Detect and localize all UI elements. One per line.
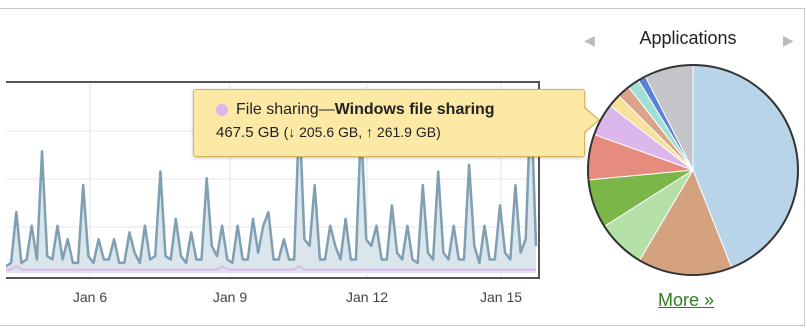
series-swatch	[216, 104, 228, 116]
chart-tooltip: File sharing — Windows file sharing 467.5 …	[193, 89, 600, 157]
x-tick-label: Jan 9	[212, 289, 248, 305]
applications-title: Applications	[639, 28, 737, 48]
tooltip-total: 467.5 GB	[216, 124, 280, 141]
x-tick-label: Jan 12	[345, 289, 389, 305]
tooltip-title: Windows file sharing	[334, 101, 495, 118]
tooltip-header: File sharing — Windows file sharing	[216, 99, 584, 121]
tooltip-values: 467.5 GB (↓ 205.6 GB, ↑ 261.9 GB)	[216, 124, 584, 141]
tooltip-category: File sharing	[236, 101, 319, 118]
triangle-right-icon[interactable]: ▶	[783, 32, 794, 49]
tooltip-breakdown: (↓ 205.6 GB, ↑ 261.9 GB)	[283, 124, 441, 140]
x-tick-label: Jan 6	[72, 289, 108, 305]
more-link[interactable]: More »	[658, 290, 714, 311]
applications-pie-chart[interactable]	[585, 62, 801, 278]
x-tick-label: Jan 15	[479, 289, 523, 305]
tooltip-separator: —	[318, 101, 335, 118]
applications-header: ◀ Applications ▶	[578, 26, 798, 52]
